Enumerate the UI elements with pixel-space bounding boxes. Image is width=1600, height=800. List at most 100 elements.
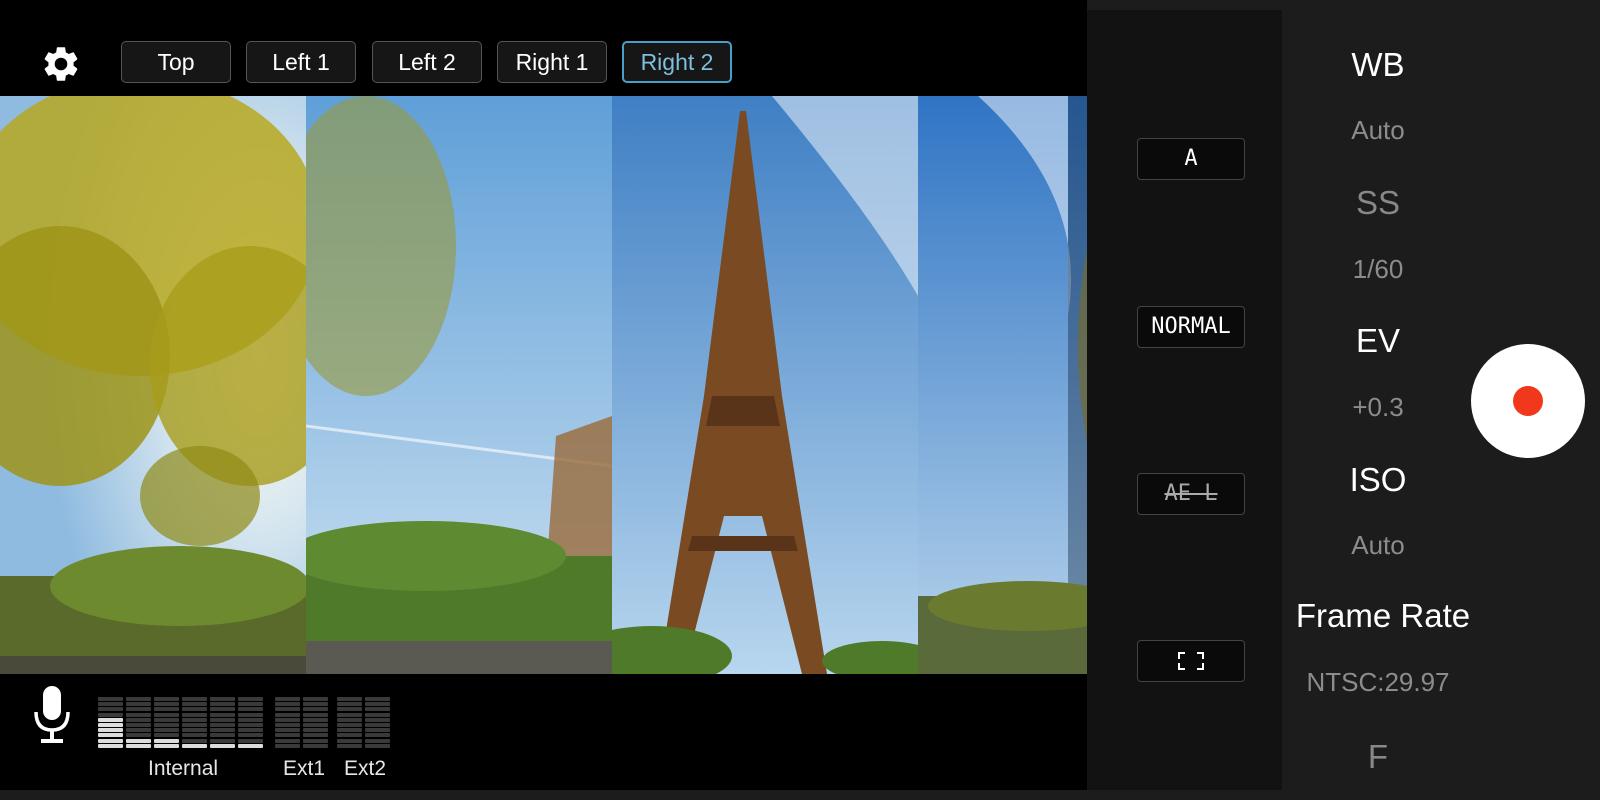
meter-channel bbox=[210, 697, 235, 749]
iso-value[interactable]: Auto bbox=[1258, 530, 1498, 561]
meter-segment bbox=[365, 702, 390, 707]
ev-label[interactable]: EV bbox=[1258, 322, 1498, 360]
meter-segment bbox=[303, 707, 328, 712]
meter-segment bbox=[238, 707, 263, 712]
ev-value[interactable]: +0.3 bbox=[1258, 392, 1498, 423]
meter-segment bbox=[275, 723, 300, 727]
microphone-icon[interactable] bbox=[32, 684, 72, 746]
meter-segment bbox=[275, 728, 300, 733]
iso-label[interactable]: ISO bbox=[1258, 461, 1498, 499]
meter-segment bbox=[238, 738, 263, 743]
meter-segment bbox=[126, 738, 151, 743]
meter-channel bbox=[126, 697, 151, 749]
ss-value[interactable]: 1/60 bbox=[1258, 254, 1498, 285]
meter-segment bbox=[126, 733, 151, 738]
meter-segment bbox=[303, 733, 328, 738]
meter-segment bbox=[182, 738, 207, 743]
frame-toggle-button[interactable] bbox=[1137, 640, 1245, 682]
meter-segment bbox=[337, 707, 362, 712]
meter-segment bbox=[238, 733, 263, 738]
meter-segment bbox=[303, 743, 328, 748]
auto-button[interactable]: A bbox=[1137, 138, 1245, 180]
meter-segment bbox=[182, 728, 207, 733]
meter-segment bbox=[98, 738, 123, 743]
meter-segment bbox=[275, 697, 300, 701]
meter-label-ext1: Ext1 bbox=[283, 757, 326, 780]
meter-segment bbox=[275, 717, 300, 722]
meter-segment bbox=[210, 728, 235, 733]
meter-channel bbox=[337, 697, 362, 749]
meter-segment bbox=[154, 743, 179, 748]
meter-segment bbox=[238, 723, 263, 727]
meter-segment bbox=[210, 743, 235, 748]
mode-button[interactable]: NORMAL bbox=[1137, 306, 1245, 348]
meter-segment bbox=[210, 717, 235, 722]
meter-segment bbox=[98, 728, 123, 733]
meter-segment bbox=[365, 738, 390, 743]
meter-channel bbox=[365, 697, 390, 749]
meter-channel bbox=[303, 697, 328, 749]
meter-segment bbox=[275, 733, 300, 738]
tab-right-1[interactable]: Right 1 bbox=[497, 41, 607, 83]
meter-segment bbox=[126, 707, 151, 712]
meter-segment bbox=[98, 733, 123, 738]
meter-label-internal: Internal bbox=[148, 757, 219, 780]
meter-segment bbox=[365, 743, 390, 748]
camera-view-3 bbox=[612, 96, 918, 674]
meter-segment bbox=[238, 743, 263, 748]
wb-label[interactable]: WB bbox=[1258, 46, 1498, 84]
meter-segment bbox=[154, 702, 179, 707]
meter-segment bbox=[303, 717, 328, 722]
meter-label-ext2: Ext2 bbox=[344, 757, 387, 780]
meter-segment bbox=[154, 728, 179, 733]
wb-value[interactable]: Auto bbox=[1258, 115, 1498, 146]
meter-segment bbox=[98, 697, 123, 701]
meter-segment bbox=[126, 712, 151, 717]
meter-segment bbox=[303, 697, 328, 701]
meter-segment bbox=[365, 723, 390, 727]
tab-left-2[interactable]: Left 2 bbox=[372, 41, 482, 83]
meter-segment bbox=[182, 707, 207, 712]
meter-segment bbox=[365, 707, 390, 712]
tab-left-1[interactable]: Left 1 bbox=[246, 41, 356, 83]
meter-segment bbox=[275, 712, 300, 717]
meter-segment bbox=[275, 743, 300, 748]
gear-icon[interactable] bbox=[40, 43, 82, 85]
camera-viewfinder[interactable] bbox=[0, 96, 1220, 674]
meter-segment bbox=[365, 712, 390, 717]
ss-label[interactable]: SS bbox=[1258, 184, 1498, 222]
meter-segment bbox=[182, 723, 207, 727]
meter-segment bbox=[182, 702, 207, 707]
meter-segment bbox=[98, 723, 123, 727]
meter-channel bbox=[275, 697, 300, 749]
framerate-value[interactable]: NTSC:29.97 bbox=[1258, 667, 1498, 698]
tab-top[interactable]: Top bbox=[121, 41, 231, 83]
meter-segment bbox=[303, 712, 328, 717]
f-label[interactable]: F bbox=[1258, 738, 1498, 776]
meter-segment bbox=[337, 743, 362, 748]
meter-segment bbox=[182, 733, 207, 738]
meter-segment bbox=[98, 743, 123, 748]
meter-segment bbox=[303, 702, 328, 707]
meter-segment bbox=[337, 728, 362, 733]
meter-segment bbox=[154, 717, 179, 722]
camera-view-1 bbox=[0, 96, 306, 674]
meter-segment bbox=[337, 717, 362, 722]
meter-segment bbox=[154, 733, 179, 738]
meter-segment bbox=[365, 697, 390, 701]
record-icon bbox=[1513, 386, 1543, 416]
meter-segment bbox=[126, 743, 151, 748]
record-button[interactable] bbox=[1471, 344, 1585, 458]
meter-segment bbox=[238, 702, 263, 707]
meter-segment bbox=[303, 738, 328, 743]
meter-segment bbox=[210, 707, 235, 712]
meter-segment bbox=[365, 733, 390, 738]
meter-segment bbox=[303, 728, 328, 733]
meter-segment bbox=[210, 712, 235, 717]
framerate-label[interactable]: Frame Rate bbox=[1263, 597, 1503, 635]
meter-channel bbox=[182, 697, 207, 749]
meter-segment bbox=[238, 712, 263, 717]
meter-segment bbox=[98, 707, 123, 712]
ae-lock-button[interactable]: AE-L bbox=[1137, 473, 1245, 515]
tab-right-2[interactable]: Right 2 bbox=[622, 41, 732, 83]
